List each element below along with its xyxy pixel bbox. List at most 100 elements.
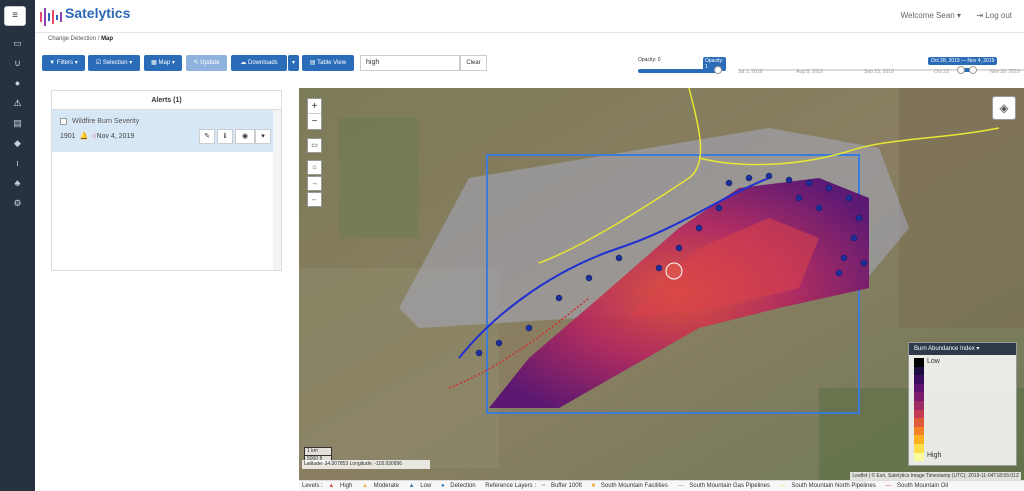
home-button[interactable]: ⌂ [307, 160, 322, 175]
opacity-handle[interactable] [714, 66, 722, 74]
caret-down-icon: ▾ [956, 11, 961, 20]
ruler-icon: ▭ [311, 142, 318, 149]
line-icon: — [885, 483, 892, 489]
breadcrumb-parent[interactable]: Change Detection [48, 36, 96, 42]
leaf-icon[interactable]: ◆ [0, 133, 35, 153]
level-detection[interactable]: ● Detection [441, 483, 480, 489]
check-icon: ☑ [95, 60, 102, 66]
home-icon: ⌂ [312, 164, 317, 171]
dashed-line-icon: ╌ [541, 483, 546, 489]
logout-icon: ⇥ [976, 11, 984, 20]
alert-id: 1901 [60, 133, 76, 140]
drop-icon[interactable]: ● [0, 73, 35, 93]
top-bar: Satelytics Welcome Sean ▾ ⇥ Log out [35, 0, 1024, 33]
settings-icon[interactable]: ⚙ [0, 193, 35, 213]
back-button[interactable]: ← [307, 192, 322, 207]
downloads-label: Downloads [247, 60, 278, 66]
zoom-out-button[interactable]: − [308, 114, 321, 129]
visibility-button[interactable]: ◉ [235, 129, 255, 144]
eye-icon: ◉ [241, 133, 249, 140]
date-range-slider[interactable]: Oct 28, 2019 — Nov 4, 2019 Jul 1, 2019 Au… [738, 57, 1024, 81]
thermometer-icon[interactable]: ı [0, 153, 35, 173]
pencil-icon: ✎ [193, 60, 199, 66]
legend-swatch [914, 358, 924, 367]
folder-icon[interactable]: ▭ [0, 33, 35, 53]
zoom-control: + − [307, 98, 322, 130]
levels-label: Levels : [302, 483, 323, 489]
opacity-slider[interactable]: Opacity: 0 Opacity: 1 [638, 57, 726, 79]
coordinate-readout: Latitude: 34.307853 Longitude: -118.9308… [302, 460, 430, 469]
opacity-min-label: Opacity: 0 [638, 57, 661, 63]
measure-button[interactable]: ▭ [307, 138, 322, 153]
selection-label: Selection [102, 60, 128, 66]
welcome-user-dropdown[interactable]: Welcome Sean ▾ [901, 11, 961, 20]
triangle-icon: ▲ [408, 483, 415, 489]
alert-checkbox[interactable] [60, 118, 67, 125]
arrow-left-icon: ← [311, 196, 318, 203]
level-high-label: High [339, 483, 353, 489]
downloads-caret-button[interactable]: ▾ [288, 55, 299, 71]
selection-button[interactable]: ☑ Selection ▾ [88, 55, 140, 71]
search-input[interactable]: high [360, 55, 460, 71]
welcome-label: Welcome Sean [900, 11, 955, 20]
alert-options-caret[interactable]: ▾ [255, 129, 271, 144]
clear-button[interactable]: Clear [460, 55, 487, 71]
logout-link[interactable]: ⇥ Log out [976, 11, 1012, 20]
zoom-in-button[interactable]: + [308, 99, 321, 114]
date-range-label: Oct 28, 2019 — Nov 4, 2019 [928, 57, 998, 65]
opacity-track[interactable] [638, 69, 718, 73]
layer-facilities[interactable]: ■ South Mountain Facilities [592, 483, 672, 489]
hamburger-menu-button[interactable]: ≡ [4, 6, 26, 26]
layer-oil[interactable]: — South Mountain Oil [885, 483, 952, 489]
table-view-button[interactable]: ▤ Table View [302, 55, 354, 71]
layer-gas[interactable]: — South Mountain Gas Pipelines [678, 483, 774, 489]
triangle-icon: ▲ [328, 483, 335, 489]
map-icon: ▦ [151, 60, 157, 66]
magnet-icon[interactable]: ∪ [0, 53, 35, 73]
legend-swatch [914, 366, 924, 376]
level-low-label: Low [420, 483, 432, 489]
timeline-tick-label: Oct 23 [934, 69, 949, 75]
bell-icon[interactable]: ♣ [0, 173, 35, 193]
level-moderate-label: Moderate [373, 483, 399, 489]
layer-north[interactable]: — South Mountain North Pipelines [780, 483, 880, 489]
level-high[interactable]: ▲ High [328, 483, 356, 489]
line-icon: — [677, 483, 684, 489]
filters-label: Filters [56, 60, 74, 66]
legend-high-label: High [927, 452, 942, 459]
update-button[interactable]: ✎ Update [186, 55, 227, 71]
bell-icon: 🔔 [79, 133, 89, 140]
timeline-tick-label: Jul 1, 2019 [738, 69, 763, 75]
app-name: Satelytics [65, 5, 131, 21]
legend-title: Burn Abundance Index [914, 346, 975, 352]
map-label: Map [158, 60, 171, 66]
legend-swatch [914, 418, 924, 427]
map-button[interactable]: ▦ Map ▾ [144, 55, 182, 71]
legend-color-scale [914, 358, 924, 462]
legend-swatch [914, 383, 924, 393]
layer-buffer[interactable]: ╌ Buffer 100ft [542, 483, 586, 489]
warning-icon[interactable]: ⚠ [0, 93, 35, 113]
layers-icon: ◈ [999, 101, 1009, 115]
alert-item[interactable]: Wildfire Burn Severity 1901 🔔 ○Nov 4, 2019… [52, 110, 274, 152]
map-view[interactable]: + − ▭ ⌂ → ← ◈ Burn Abundance Index ▾ Low… [299, 88, 1024, 491]
filter-icon: ▼ [49, 60, 56, 66]
alerts-title: Alerts (1) [52, 91, 281, 110]
layer-facilities-label: South Mountain Facilities [600, 483, 668, 489]
layers-button[interactable]: ◈ [992, 96, 1016, 120]
breadcrumb: Change Detection / Map [48, 36, 114, 42]
database-icon[interactable]: ▤ [0, 113, 35, 133]
level-low[interactable]: ▲ Low [409, 483, 436, 489]
downloads-button[interactable]: ☁ Downloads [231, 55, 287, 71]
layer-gas-label: South Mountain Gas Pipelines [689, 483, 770, 489]
cloud-download-icon: ☁ [240, 60, 247, 66]
level-moderate[interactable]: ▲ Moderate [362, 483, 403, 489]
edit-button[interactable]: ✎ [199, 129, 215, 144]
filters-button[interactable]: ▼ Filters ▾ [42, 55, 85, 71]
legend-header[interactable]: Burn Abundance Index ▾ [909, 343, 1016, 355]
forward-button[interactable]: → [307, 176, 322, 191]
alerts-scrollbar[interactable] [273, 110, 281, 270]
legend-swatch [914, 426, 924, 436]
info-button[interactable]: ℹ [217, 129, 233, 144]
legend-low-label: Low [927, 358, 940, 365]
